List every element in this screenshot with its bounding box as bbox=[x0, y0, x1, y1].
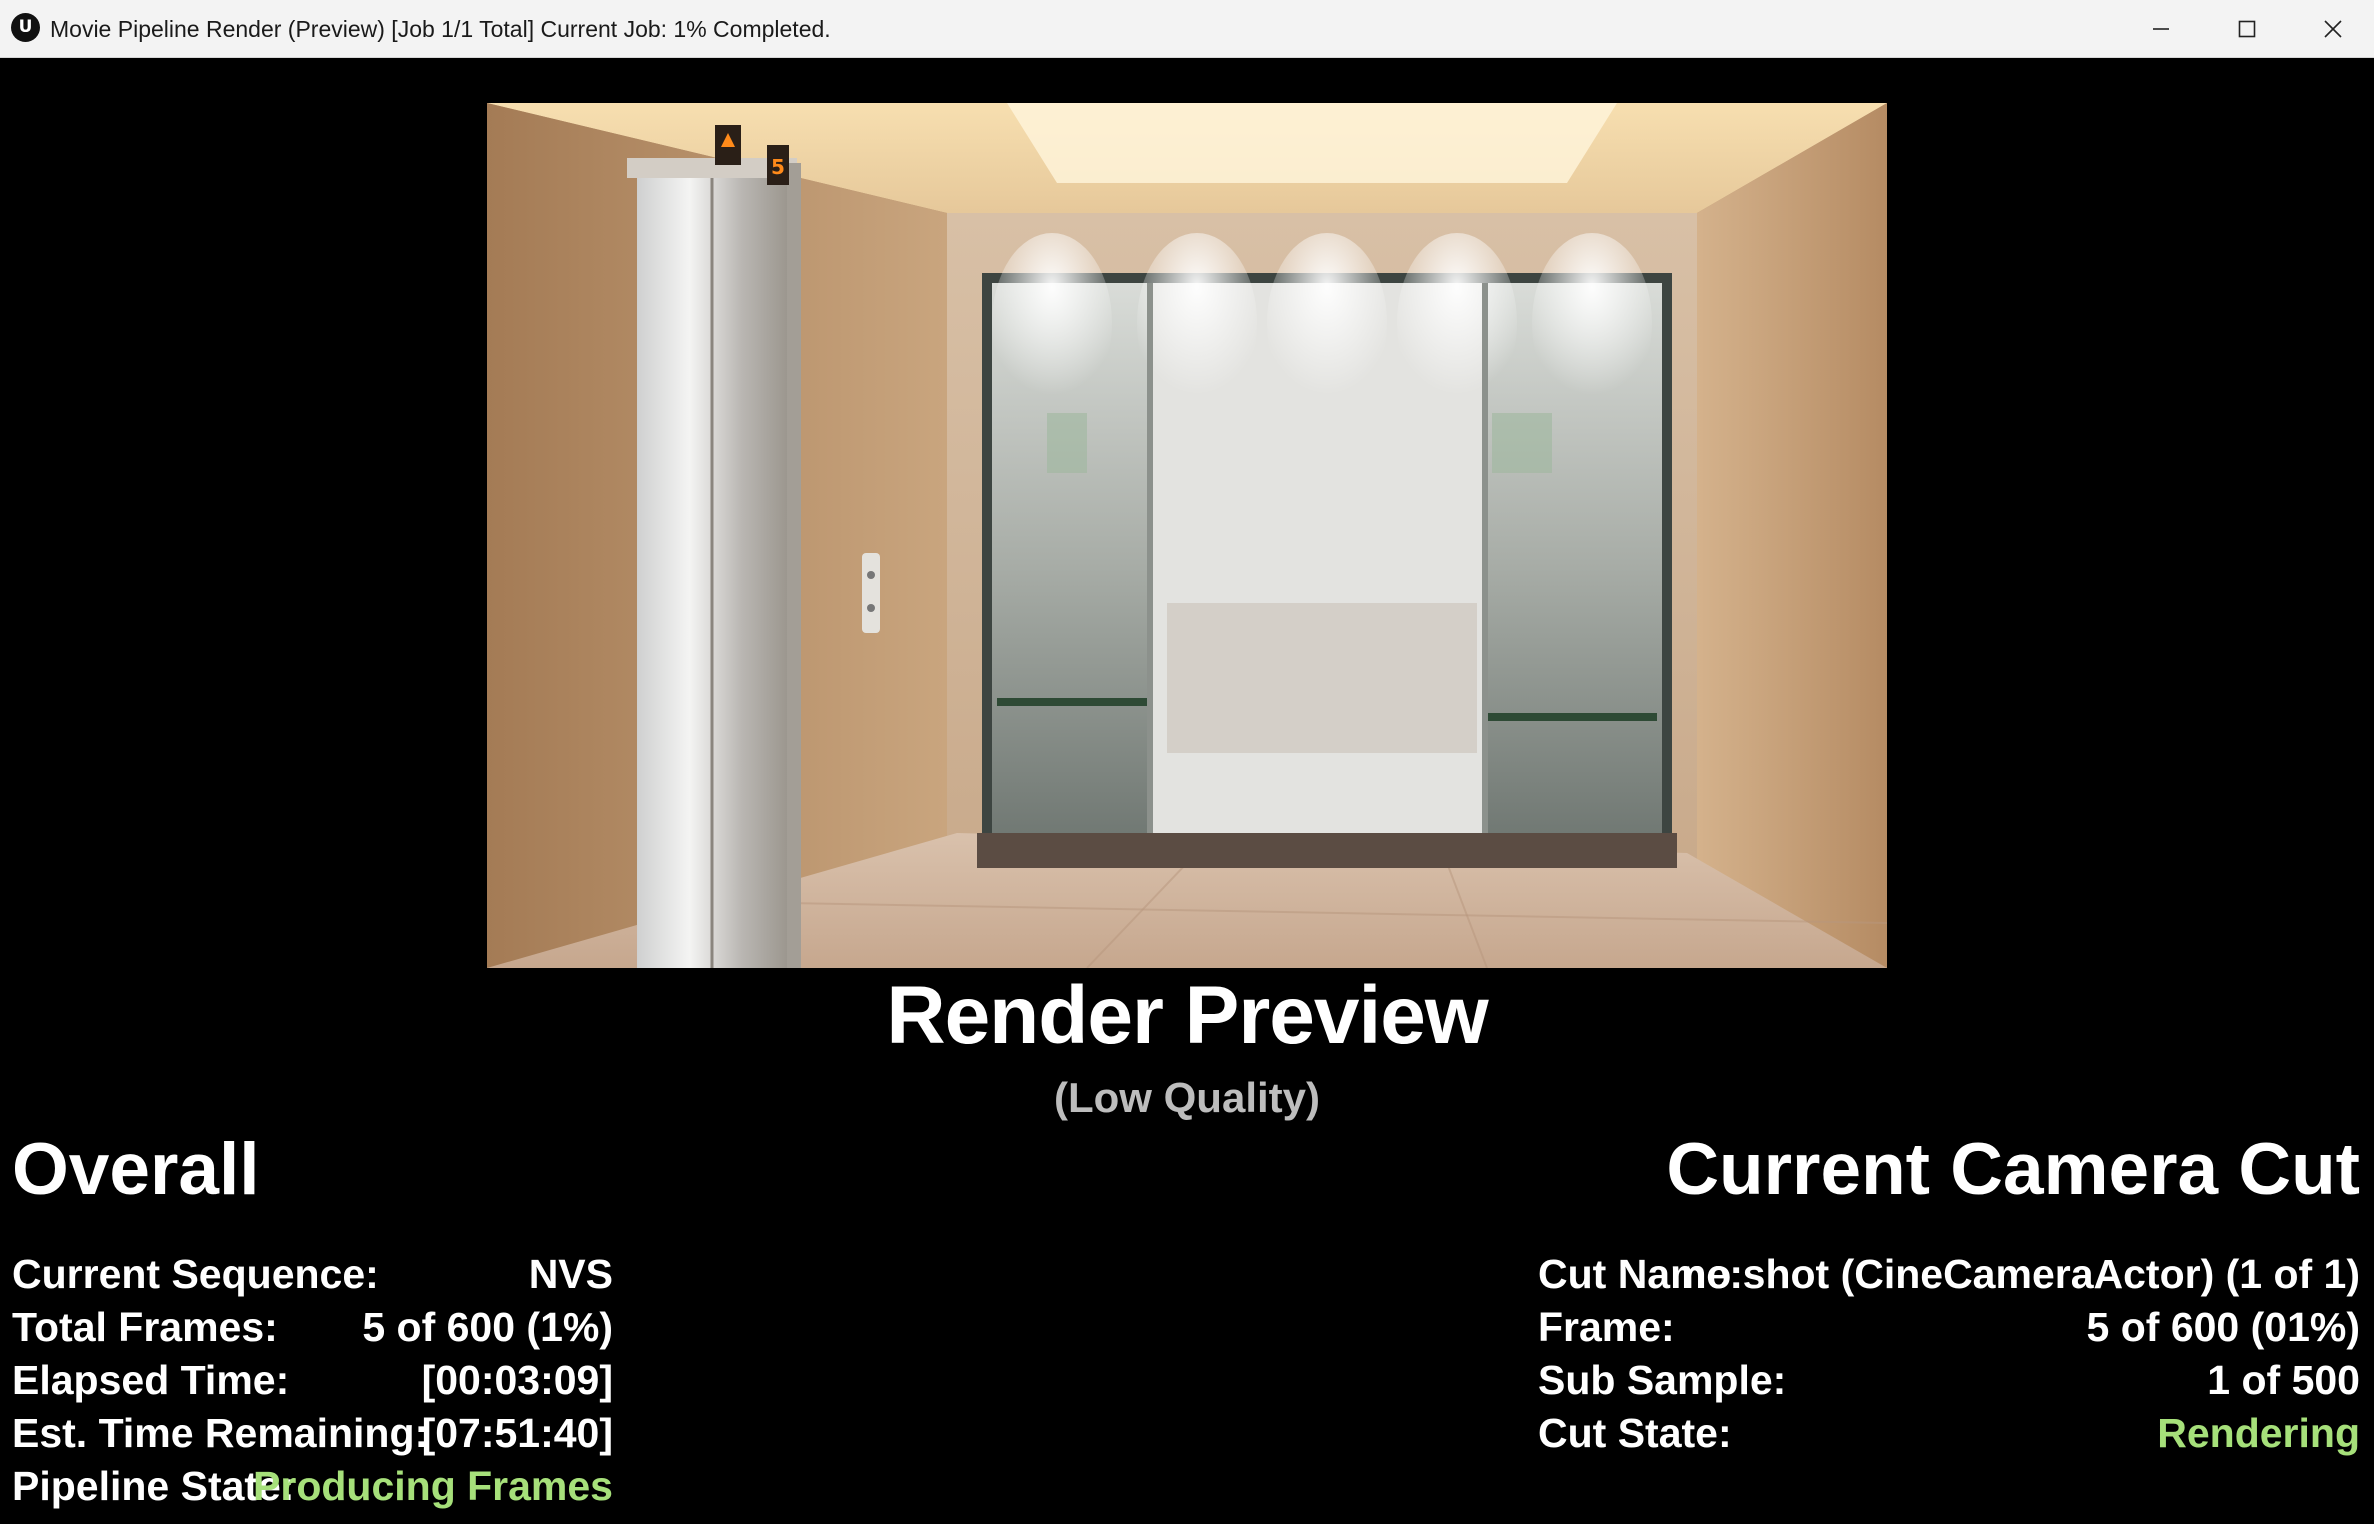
close-button[interactable] bbox=[2290, 0, 2374, 58]
stat-label: Est. Time Remaining: bbox=[12, 1410, 429, 1456]
render-preview-title: Render Preview bbox=[886, 970, 1488, 1061]
current-camera-cut-heading: Current Camera Cut bbox=[1666, 1129, 2360, 1210]
unreal-engine-logo-icon: U bbox=[11, 13, 40, 42]
stat-label: Sub Sample: bbox=[1538, 1357, 1787, 1403]
minimize-icon bbox=[2153, 28, 2169, 30]
est-time-remaining-row: Est. Time Remaining: [07:51:40] bbox=[12, 1407, 613, 1460]
maximize-icon bbox=[2238, 20, 2256, 38]
stat-label: Total Frames: bbox=[12, 1304, 278, 1350]
stat-value: 5 of 600 (1%) bbox=[362, 1304, 613, 1350]
window-titlebar[interactable]: U Movie Pipeline Render (Preview) [Job 1… bbox=[0, 0, 2374, 58]
stat-value: 1 of 500 bbox=[2207, 1357, 2360, 1403]
pipeline-state-row: Pipeline State: Producing Frames bbox=[12, 1460, 613, 1513]
camera-cut-stats: Cut Name: no shot (CineCameraActor) (1 o… bbox=[1538, 1248, 2360, 1460]
render-preview-subtitle: (Low Quality) bbox=[1054, 1074, 1320, 1121]
floor-indicator-label: 5 bbox=[771, 155, 785, 179]
overall-heading: Overall bbox=[12, 1129, 260, 1210]
stat-label: Current Sequence: bbox=[12, 1251, 379, 1297]
cut-name-row: Cut Name: no shot (CineCameraActor) (1 o… bbox=[1538, 1248, 2360, 1301]
minimize-button[interactable] bbox=[2118, 0, 2204, 58]
stat-value: 5 of 600 (01%) bbox=[2086, 1304, 2360, 1350]
stat-label: Frame: bbox=[1538, 1304, 1675, 1350]
total-frames-row: Total Frames: 5 of 600 (1%) bbox=[12, 1301, 613, 1354]
stat-label: Elapsed Time: bbox=[12, 1357, 290, 1403]
stat-value: no shot (CineCameraActor) (1 of 1) bbox=[1681, 1251, 2360, 1297]
sub-sample-row: Sub Sample: 1 of 500 bbox=[1538, 1354, 2360, 1407]
overall-stats: Current Sequence: NVS Total Frames: 5 of… bbox=[12, 1248, 613, 1513]
pipeline-state-status: Producing Frames bbox=[253, 1463, 613, 1509]
cut-state-status: Rendering bbox=[2157, 1410, 2360, 1456]
window-title: Movie Pipeline Render (Preview) [Job 1/1… bbox=[50, 16, 831, 42]
stat-label: Cut State: bbox=[1538, 1410, 1732, 1456]
render-preview-image: 5 bbox=[487, 103, 1887, 968]
stat-value: [07:51:40] bbox=[421, 1410, 613, 1456]
close-icon bbox=[2324, 20, 2342, 38]
stat-value: [00:03:09] bbox=[421, 1357, 613, 1403]
maximize-button[interactable] bbox=[2204, 0, 2290, 58]
stat-value: NVS bbox=[528, 1251, 613, 1297]
frame-row: Frame: 5 of 600 (01%) bbox=[1538, 1301, 2360, 1354]
elapsed-time-row: Elapsed Time: [00:03:09] bbox=[12, 1354, 613, 1407]
cut-state-row: Cut State: Rendering bbox=[1538, 1407, 2360, 1460]
current-sequence-row: Current Sequence: NVS bbox=[12, 1248, 613, 1301]
